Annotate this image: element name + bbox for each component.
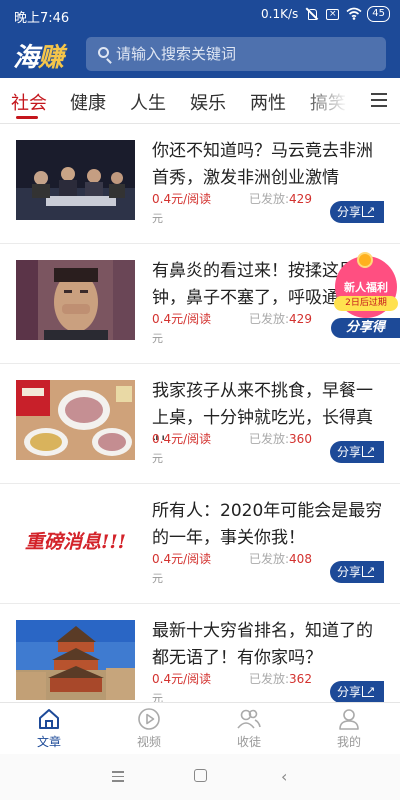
share-icon bbox=[362, 440, 375, 462]
article-feed: 你还不知道吗？马云竟去非洲首秀，激发非洲创业激情 0.4元/阅读 元 已发放:4… bbox=[0, 124, 400, 702]
share-icon bbox=[362, 200, 375, 222]
nav-mine[interactable]: 我的 bbox=[319, 707, 379, 750]
promo-title: 新人福利 bbox=[344, 281, 388, 294]
share-icon bbox=[362, 680, 375, 702]
article-thumbnail bbox=[16, 140, 135, 220]
article-item[interactable]: 我家孩子从来不挑食，早餐一上桌，十分钟就吃光，长得真壮 0.4元/阅读 元 已发… bbox=[0, 364, 400, 484]
logo-second-char: 赚 bbox=[38, 43, 64, 73]
recent-apps-icon[interactable] bbox=[112, 771, 124, 782]
article-price: 0.4元/阅读 bbox=[152, 672, 212, 686]
tab-health[interactable]: 健康 bbox=[70, 89, 106, 115]
share-button[interactable]: 分享 bbox=[330, 200, 384, 223]
article-item[interactable]: 你还不知道吗？马云竟去非洲首秀，激发非洲创业激情 0.4元/阅读 元 已发放:4… bbox=[0, 124, 400, 244]
tab-entertainment[interactable]: 娱乐 bbox=[190, 89, 226, 115]
status-icons: 0.1K/s × 45 bbox=[261, 6, 390, 22]
article-thumbnail bbox=[16, 380, 135, 460]
article-sent: 已发放:362 bbox=[249, 670, 312, 687]
article-price-tail: 元 bbox=[152, 212, 163, 225]
article-thumbnail bbox=[16, 260, 135, 340]
home-icon bbox=[39, 709, 59, 729]
system-navigation: ‹ bbox=[0, 754, 400, 800]
battery-icon: 45 bbox=[367, 6, 390, 22]
nav-apprentice[interactable]: 收徒 bbox=[219, 707, 279, 750]
share-label: 分享 bbox=[337, 685, 362, 699]
new-user-promo-badge[interactable]: 新人福利 2日后过期 分享得 bbox=[331, 252, 400, 340]
app-logo: 海赚 bbox=[13, 37, 64, 74]
nav-mine-label: 我的 bbox=[336, 735, 361, 749]
article-price-tail: 元 bbox=[152, 692, 163, 702]
active-tab-indicator bbox=[16, 116, 38, 119]
article-sent: 已发放:429 bbox=[249, 190, 312, 207]
tabs-fade bbox=[300, 78, 360, 123]
back-icon[interactable]: ‹ bbox=[281, 767, 287, 786]
share-label: 分享 bbox=[337, 565, 362, 579]
app-header: 海赚 bbox=[0, 30, 400, 78]
coin-icon bbox=[357, 252, 373, 268]
sent-label: 已发放: bbox=[249, 432, 290, 446]
article-thumbnail bbox=[16, 620, 135, 700]
tab-gender[interactable]: 两性 bbox=[250, 89, 286, 115]
search-icon bbox=[98, 47, 109, 58]
article-sent: 已发放:408 bbox=[249, 550, 312, 567]
search-bar[interactable] bbox=[86, 37, 386, 71]
article-sent: 已发放:429 bbox=[249, 310, 312, 327]
nav-apprentice-label: 收徒 bbox=[236, 735, 261, 749]
network-speed: 0.1K/s bbox=[261, 7, 299, 21]
status-time: 晚上7:46 bbox=[14, 11, 70, 26]
logo-first-char: 海 bbox=[13, 43, 39, 73]
share-button[interactable]: 分享 bbox=[330, 680, 384, 702]
sent-label: 已发放: bbox=[249, 312, 290, 326]
sent-count: 429 bbox=[289, 312, 312, 326]
article-price-tail: 元 bbox=[152, 332, 163, 345]
article-price: 0.4元/阅读 bbox=[152, 192, 212, 206]
article-price-tail: 元 bbox=[152, 452, 163, 465]
home-square-icon[interactable] bbox=[194, 769, 207, 782]
article-sent: 已发放:360 bbox=[249, 430, 312, 447]
share-icon bbox=[362, 560, 375, 582]
tab-society[interactable]: 社会 bbox=[11, 89, 47, 115]
sent-count: 408 bbox=[289, 552, 312, 566]
article-price: 0.4元/阅读 bbox=[152, 312, 212, 326]
search-input[interactable] bbox=[116, 37, 376, 71]
thumbnail-text: 重磅消息!!! bbox=[24, 530, 127, 553]
nav-videos-label: 视频 bbox=[136, 735, 161, 749]
user-icon bbox=[339, 709, 359, 730]
sent-label: 已发放: bbox=[249, 552, 290, 566]
promo-share-button[interactable]: 分享得 bbox=[331, 318, 400, 338]
nav-articles[interactable]: 文章 bbox=[19, 707, 79, 750]
article-price-tail: 元 bbox=[152, 572, 163, 585]
wifi-icon bbox=[346, 7, 362, 21]
share-button[interactable]: 分享 bbox=[330, 440, 384, 463]
sent-label: 已发放: bbox=[249, 672, 290, 686]
bottom-navigation: 文章 视频 收徒 我的 bbox=[0, 702, 400, 754]
nav-articles-label: 文章 bbox=[36, 735, 61, 749]
share-label: 分享 bbox=[337, 205, 362, 219]
sim-icon: × bbox=[326, 8, 340, 20]
share-label: 分享 bbox=[337, 445, 362, 459]
nav-videos[interactable]: 视频 bbox=[119, 707, 179, 750]
article-thumbnail: 重磅消息!!! bbox=[16, 500, 135, 580]
article-price: 0.4元/阅读 bbox=[152, 432, 212, 446]
share-button[interactable]: 分享 bbox=[330, 560, 384, 583]
promo-expiry: 2日后过期 bbox=[334, 296, 398, 311]
play-icon bbox=[138, 708, 160, 730]
mute-icon bbox=[305, 7, 319, 21]
menu-icon[interactable] bbox=[371, 93, 387, 107]
sent-count: 360 bbox=[289, 432, 312, 446]
tab-life[interactable]: 人生 bbox=[130, 89, 166, 115]
category-tabs: 社会 健康 人生 娱乐 两性 搞笑 bbox=[0, 78, 400, 124]
sent-count: 362 bbox=[289, 672, 312, 686]
article-item[interactable]: 重磅消息!!! 所有人：2020年可能会是最穷的一年，事关你我！ 0.4元/阅读… bbox=[0, 484, 400, 604]
sent-count: 429 bbox=[289, 192, 312, 206]
status-bar: 晚上7:46 0.1K/s × 45 bbox=[0, 0, 400, 30]
users-icon bbox=[237, 709, 261, 729]
article-item[interactable]: 最新十大穷省排名，知道了的都无语了！有你家吗？ 0.4元/阅读 元 已发放:36… bbox=[0, 604, 400, 702]
sent-label: 已发放: bbox=[249, 192, 290, 206]
article-price: 0.4元/阅读 bbox=[152, 552, 212, 566]
